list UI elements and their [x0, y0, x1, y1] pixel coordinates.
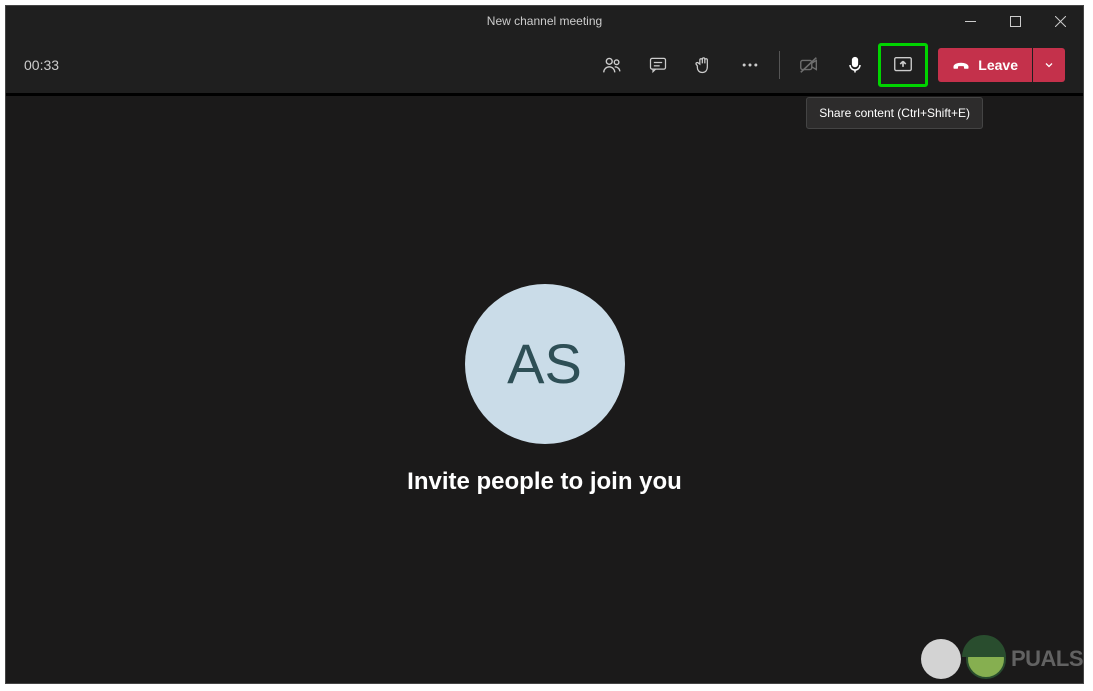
meeting-timer: 00:33 — [24, 57, 59, 73]
meeting-toolbar: 00:33 — [6, 36, 1083, 96]
leave-options-button[interactable] — [1033, 48, 1065, 82]
meeting-stage: AS Invite people to join you — [6, 96, 1083, 683]
chat-button[interactable] — [635, 46, 681, 84]
chat-icon — [648, 55, 668, 75]
app-window: New channel meeting 00:33 — [5, 5, 1084, 684]
watermark-logo-icon — [966, 639, 1006, 679]
leave-button[interactable]: Leave — [938, 48, 1032, 82]
share-icon — [892, 54, 914, 76]
invite-heading: Invite people to join you — [407, 468, 682, 496]
camera-button[interactable] — [786, 46, 832, 84]
titlebar: New channel meeting — [6, 6, 1083, 36]
raise-hand-icon — [694, 55, 714, 75]
participant-avatar: AS — [465, 284, 625, 444]
microphone-button[interactable] — [832, 46, 878, 84]
window-controls — [948, 6, 1083, 36]
close-button[interactable] — [1038, 6, 1083, 36]
leave-label: Leave — [978, 57, 1018, 73]
watermark-text: PUALS — [1011, 646, 1083, 672]
participants-button[interactable] — [589, 46, 635, 84]
chevron-down-icon — [1043, 59, 1055, 71]
more-actions-button[interactable] — [727, 46, 773, 84]
more-icon — [740, 55, 760, 75]
raise-hand-button[interactable] — [681, 46, 727, 84]
camera-off-icon — [798, 54, 820, 76]
hangup-icon — [952, 56, 970, 74]
minimize-button[interactable] — [948, 6, 993, 36]
window-title: New channel meeting — [6, 14, 1083, 28]
maximize-button[interactable] — [993, 6, 1038, 36]
toolbar-divider — [779, 51, 780, 79]
share-content-button[interactable] — [878, 43, 928, 87]
share-tooltip: Share content (Ctrl+Shift+E) — [806, 97, 983, 129]
mic-icon — [845, 55, 865, 75]
leave-button-group: Leave — [938, 48, 1065, 82]
people-icon — [601, 54, 623, 76]
watermark: PUALS — [921, 639, 1083, 679]
watermark-mark — [921, 639, 961, 679]
